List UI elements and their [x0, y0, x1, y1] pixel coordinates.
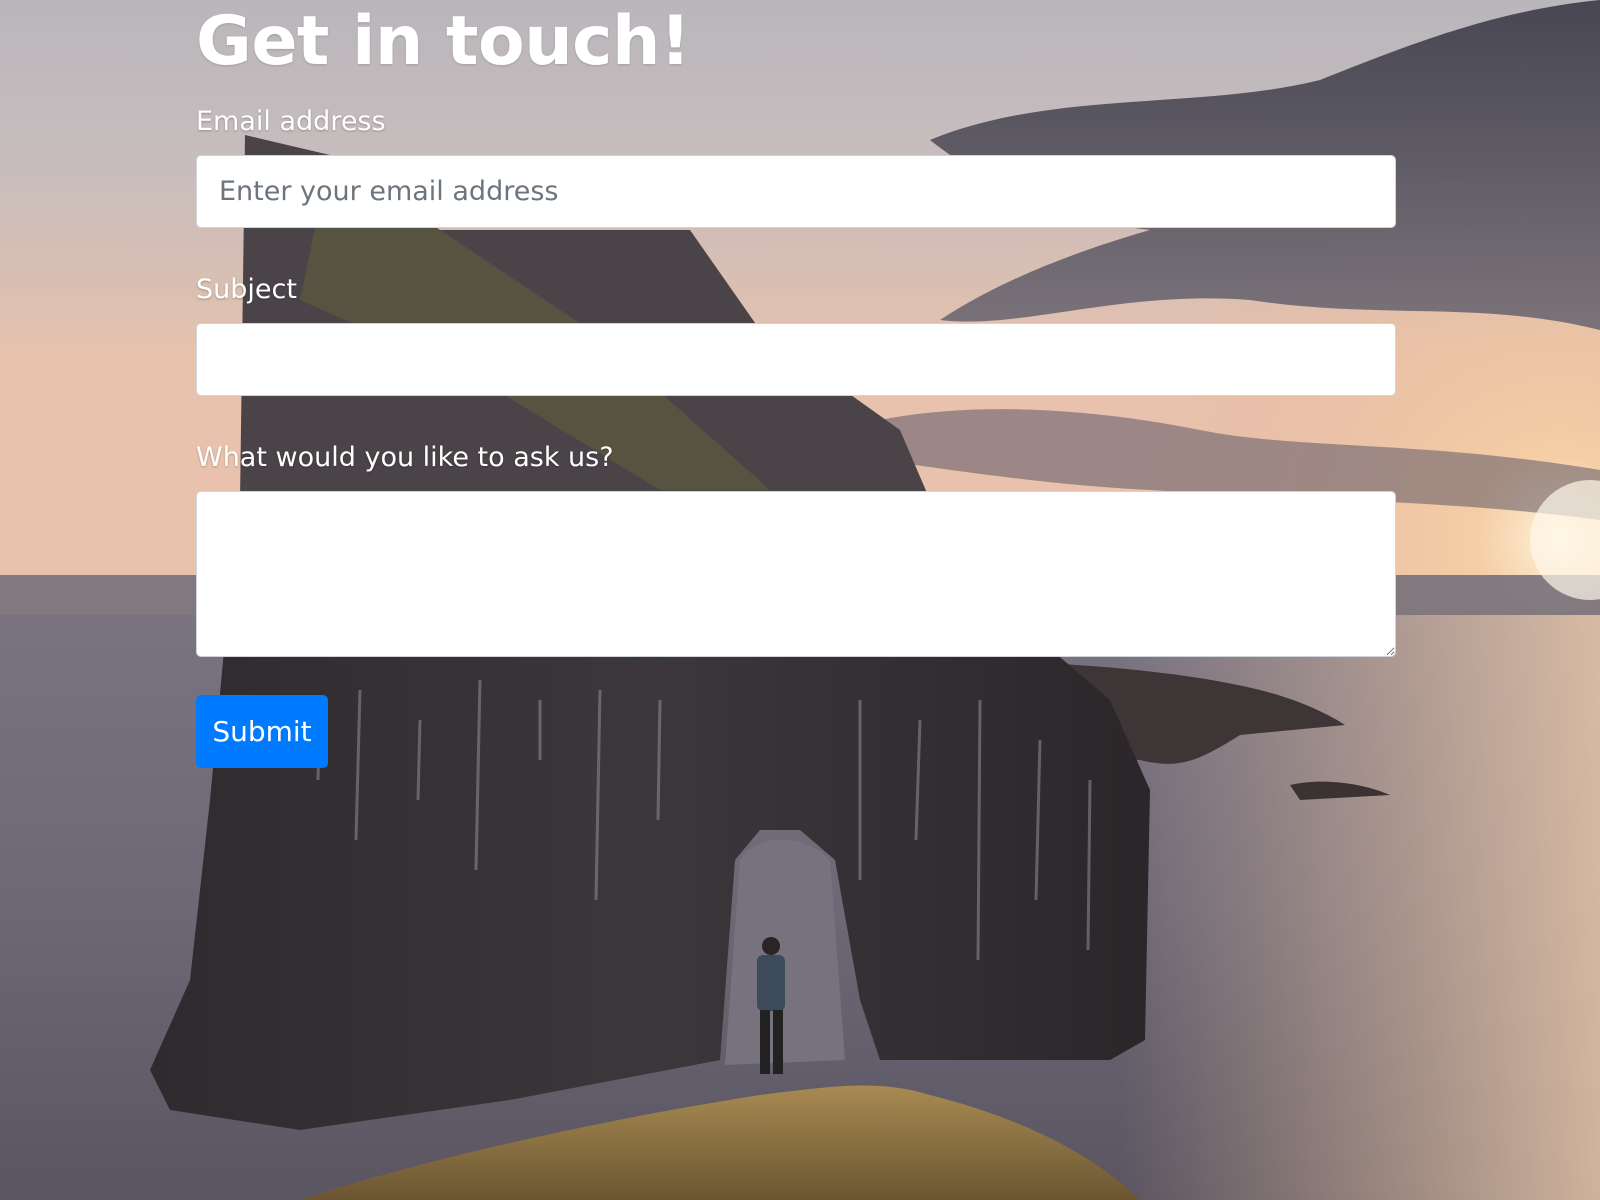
subject-group: Subject [196, 273, 1396, 396]
question-label: What would you like to ask us? [196, 442, 614, 473]
email-field[interactable] [196, 155, 1396, 228]
submit-button[interactable]: Submit [196, 695, 328, 768]
email-label: Email address [196, 106, 386, 137]
contact-form: Get in touch! Email address Subject What… [196, 0, 1396, 768]
subject-label: Subject [196, 274, 297, 305]
page-title: Get in touch! [196, 2, 691, 81]
email-group: Email address [196, 105, 1396, 228]
question-textarea[interactable] [196, 491, 1396, 657]
question-group: What would you like to ask us? [196, 441, 1396, 661]
subject-field[interactable] [196, 323, 1396, 396]
